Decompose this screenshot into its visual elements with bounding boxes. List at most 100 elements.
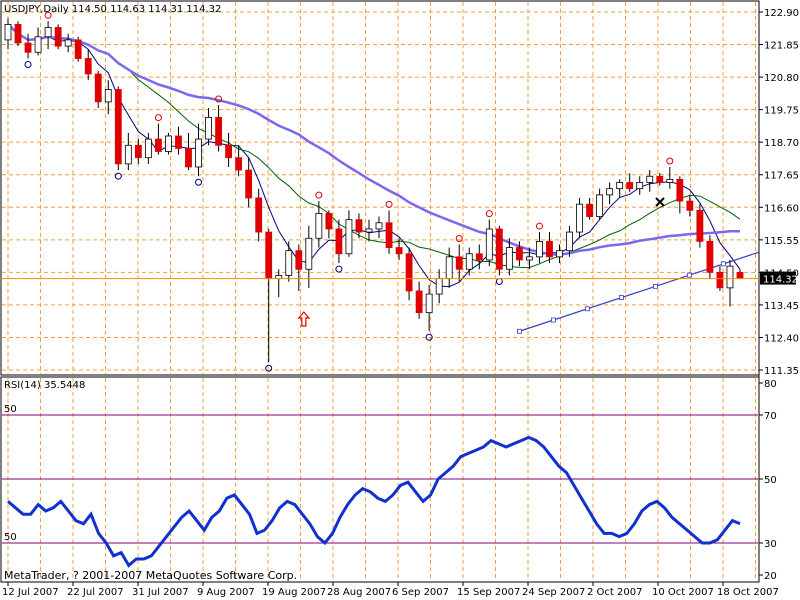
time-tick-label: 10 Oct 2007 (652, 587, 714, 598)
candle-body (375, 222, 383, 230)
candle-body (335, 228, 343, 255)
price-tick-label: 119.75 (764, 106, 799, 117)
rsi-axis: 80 70 50 30 20 (759, 379, 777, 582)
candle-body (465, 253, 473, 270)
candle-body (606, 188, 614, 196)
candle-body (566, 231, 573, 252)
trendline-node (618, 295, 624, 300)
trendline-node (516, 328, 522, 334)
candle-body (165, 135, 172, 152)
price-tick-label: 118.70 (764, 138, 799, 149)
candle-body (515, 247, 523, 261)
candle-body (385, 222, 393, 248)
trendline-node (584, 306, 590, 312)
candle-body (676, 178, 684, 202)
candle-body (265, 231, 273, 279)
candle-body (726, 265, 734, 289)
candle-body (114, 89, 122, 165)
candle-body (235, 157, 243, 171)
candle-body (686, 200, 694, 211)
candle-body (656, 175, 664, 183)
candle-body (706, 240, 714, 273)
rsi-level-label-left-1: 50 (4, 404, 17, 415)
candle-body (365, 228, 373, 233)
candle-body (144, 138, 152, 159)
candle-body (285, 250, 293, 276)
rsi-tick-label: 50 (764, 475, 777, 486)
price-tick-label: 111.35 (764, 366, 799, 377)
candle-body (495, 228, 503, 270)
copyright-footer: MetaTrader, ? 2001-2007 MetaQuotes Softw… (4, 569, 297, 582)
time-tick-label: 12 Jul 2007 (2, 587, 59, 598)
time-tick-label: 6 Sep 2007 (392, 587, 449, 598)
time-tick-label: 22 Jul 2007 (67, 587, 124, 598)
candle-body (455, 256, 463, 270)
candle-body (104, 89, 112, 103)
price-tick-label: 122.90 (764, 8, 799, 19)
rsi-tick-label: 20 (764, 571, 777, 582)
candle-body (295, 250, 303, 270)
time-tick-label: 24 Sep 2007 (522, 587, 585, 598)
candle-body (616, 182, 624, 190)
candle-body (646, 175, 654, 183)
candle-body (355, 219, 363, 233)
rsi-level-label-left-2: 50 (4, 532, 17, 543)
candle-body (64, 39, 72, 47)
candle-body (155, 138, 162, 152)
candle-body (305, 237, 313, 270)
candle-body (345, 219, 353, 255)
candle-body (395, 247, 403, 255)
time-tick-label: 28 Aug 2007 (327, 587, 391, 598)
price-tick-label: 121.85 (764, 41, 799, 52)
candle-body (44, 27, 52, 38)
time-tick-label: 9 Aug 2007 (197, 587, 255, 598)
price-pane[interactable] (0, 0, 760, 376)
candle-body (225, 144, 233, 159)
candle-body (536, 240, 543, 258)
candle-body (666, 178, 674, 183)
candle-body (736, 271, 744, 279)
time-tick-label: 31 Jul 2007 (132, 587, 189, 598)
price-tick-label: 113.45 (764, 301, 799, 312)
candle-body (475, 253, 483, 261)
current-price-label: 114.32 (763, 275, 798, 286)
time-tick-label: 19 Aug 2007 (262, 587, 326, 598)
candle-body (255, 197, 263, 233)
candle-body (195, 138, 202, 168)
candle-body (485, 228, 493, 261)
candle-body (576, 203, 583, 233)
candle-body (34, 36, 42, 53)
time-tick-label: 15 Sep 2007 (457, 587, 520, 598)
rsi-tick-label: 70 (764, 411, 777, 422)
candle-body (636, 182, 644, 190)
time-tick-label: 2 Oct 2007 (587, 587, 642, 598)
trendline-node (720, 261, 726, 267)
candle-body (405, 253, 413, 292)
price-tick-label: 120.80 (764, 73, 799, 84)
trading-chart: 122.90 121.85 120.80 119.75 118.70 117.65 116.… (0, 0, 799, 598)
candle-body (415, 290, 423, 314)
candle-body (245, 169, 253, 199)
candle-body (175, 135, 182, 149)
candle-body (325, 213, 333, 230)
candle-body (84, 58, 92, 75)
candle-body (435, 278, 443, 295)
candle-body (205, 116, 212, 140)
chart-title: USDJPY,Daily 114.50 114.63 114.31 114.32 (4, 4, 221, 15)
price-tick-label: 112.40 (764, 333, 799, 344)
trendline-node (686, 272, 692, 278)
candle-body (315, 213, 323, 239)
candle-body (74, 39, 82, 59)
candle-body (215, 116, 222, 146)
candle-body (14, 23, 22, 44)
candle-body (185, 147, 192, 168)
price-axis: 122.90 121.85 120.80 119.75 118.70 117.65 116.… (759, 8, 799, 377)
candle-body (696, 209, 704, 242)
candle-body (54, 27, 62, 47)
candle-body (596, 194, 604, 217)
candle-body (425, 293, 433, 314)
time-axis: 12 Jul 2007 22 Jul 2007 31 Jul 2007 9 Aug 2… (2, 582, 779, 598)
trendline-node (652, 283, 658, 289)
rsi-tick-label: 80 (764, 379, 777, 390)
candle-body (94, 73, 102, 103)
